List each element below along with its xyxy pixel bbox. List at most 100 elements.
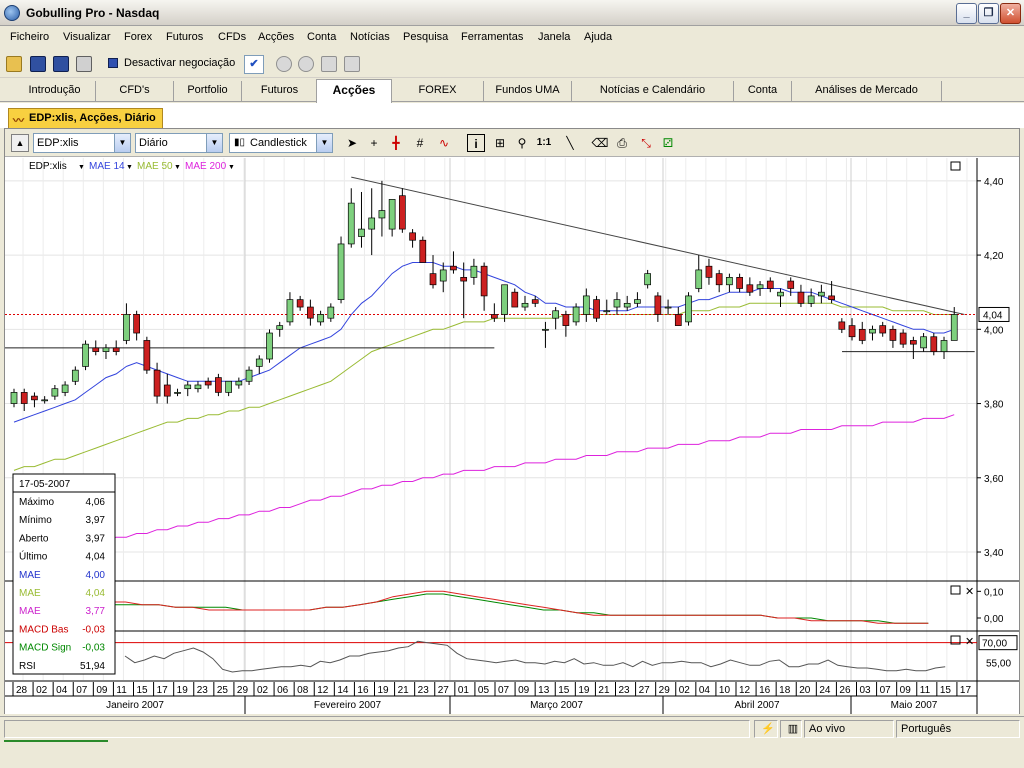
- document-tabs: 〰 EDP:xlis, Acções, Diário: [0, 103, 1024, 128]
- menu-pesquisa[interactable]: Pesquisa: [403, 31, 448, 43]
- back-icon[interactable]: [276, 56, 292, 72]
- open-folder-icon[interactable]: [6, 56, 22, 72]
- print-chart-icon[interactable]: ⎙: [613, 134, 631, 152]
- month-label: Fevereiro 2007: [314, 700, 382, 711]
- save-all-icon[interactable]: [53, 56, 69, 72]
- deactivate-trading-label[interactable]: Desactivar negociação: [124, 57, 235, 69]
- menu-accoes[interactable]: Acções: [258, 31, 294, 43]
- forward-icon[interactable]: [298, 56, 314, 72]
- collapse-up-icon[interactable]: ▲: [11, 134, 29, 152]
- candle-down: [20, 392, 28, 404]
- date-label: 09: [900, 685, 912, 696]
- language-status[interactable]: Português: [896, 720, 1020, 738]
- minimize-button[interactable]: _: [956, 3, 977, 24]
- candle-down: [848, 325, 856, 338]
- candle-down: [879, 325, 887, 334]
- fit-icon[interactable]: ⤡: [637, 134, 655, 152]
- period-select[interactable]: Diário ▼: [135, 133, 223, 153]
- price-axis-label: 3,40: [984, 548, 1004, 559]
- date-label: 11: [116, 685, 127, 696]
- tab-futuros[interactable]: Futuros: [242, 81, 318, 102]
- date-label: 06: [277, 685, 289, 696]
- month-label: Maio 2007: [891, 700, 938, 711]
- candle-up: [869, 328, 876, 334]
- menu-visualizar[interactable]: Visualizar: [63, 31, 111, 43]
- crosshair-price-icon[interactable]: ╋: [387, 134, 405, 152]
- style-select[interactable]: ▮▯ Candlestick ▼: [229, 133, 333, 153]
- zoom-icon[interactable]: ⚲: [513, 134, 531, 152]
- candle-up: [756, 284, 764, 289]
- info-box-value: 3,77: [86, 606, 106, 617]
- candle-up: [51, 388, 59, 397]
- candle-down: [654, 295, 662, 315]
- candle-down: [787, 280, 795, 289]
- date-label: 26: [839, 685, 851, 696]
- menu-futuros[interactable]: Futuros: [166, 31, 203, 43]
- rsi-axis-label: 55,00: [986, 659, 1011, 670]
- tab-conta[interactable]: Conta: [734, 81, 792, 102]
- close-button[interactable]: ✕: [1000, 3, 1021, 24]
- refresh-icon[interactable]: [344, 56, 360, 72]
- candle-down: [204, 380, 212, 386]
- pointer-icon[interactable]: ➤: [343, 134, 361, 152]
- candle-down: [460, 277, 468, 282]
- candle-down: [715, 273, 723, 286]
- save-icon[interactable]: [30, 56, 46, 72]
- check-icon[interactable]: ✔: [244, 55, 264, 74]
- date-label: 17: [960, 685, 972, 696]
- tab-introducao[interactable]: Introdução: [14, 81, 96, 102]
- date-label: 08: [297, 685, 309, 696]
- menu-ajuda[interactable]: Ajuda: [584, 31, 612, 43]
- draw-line-icon[interactable]: ╲: [561, 134, 579, 152]
- connection-icon: ⚡: [754, 720, 778, 738]
- date-label: 01: [458, 685, 470, 696]
- print-icon[interactable]: [76, 56, 92, 72]
- info-box-value: 3,97: [86, 533, 106, 544]
- candle-down: [490, 314, 498, 319]
- candle-up: [542, 328, 549, 331]
- candlestick-icon: ▮▯: [234, 137, 246, 148]
- candle-down: [409, 232, 416, 241]
- info-box-value: -0,03: [82, 643, 105, 654]
- candle-up: [950, 314, 958, 341]
- candle-up: [368, 217, 376, 230]
- crosshair-icon[interactable]: +: [365, 134, 383, 152]
- tab-accoes[interactable]: Acções: [316, 79, 392, 103]
- menu-cfds[interactable]: CFDs: [218, 31, 246, 43]
- tab-analises-mercado[interactable]: Análises de Mercado: [792, 81, 942, 102]
- price-axis-label: 4,00: [984, 325, 1004, 336]
- candle-down: [858, 328, 866, 341]
- menu-forex[interactable]: Forex: [124, 31, 152, 43]
- candle-down: [143, 340, 151, 371]
- tab-fundos-uma[interactable]: Fundos UMA: [484, 81, 572, 102]
- stop-icon[interactable]: [321, 56, 337, 72]
- chevron-down-icon: ▼: [228, 164, 235, 171]
- price-chart[interactable]: 4,404,204,003,803,603,404,04EDP:xlis ▼ MAE…: [5, 158, 1019, 714]
- symbol-select[interactable]: EDP:xlis ▼: [33, 133, 131, 153]
- menu-noticias[interactable]: Notícias: [350, 31, 390, 43]
- add-line-icon[interactable]: ⊞: [491, 134, 509, 152]
- tab-noticias-calendario[interactable]: Notícias e Calendário: [572, 81, 734, 102]
- candle-up: [123, 314, 130, 341]
- date-label: 17: [157, 685, 169, 696]
- document-tab-edp[interactable]: 〰 EDP:xlis, Acções, Diário: [8, 108, 163, 128]
- info-box-value: -0,03: [82, 624, 105, 635]
- menu-ficheiro[interactable]: Ficheiro: [10, 31, 49, 43]
- menu-conta[interactable]: Conta: [307, 31, 336, 43]
- menu-ferramentas[interactable]: Ferramentas: [461, 31, 523, 43]
- indicator-icon[interactable]: ∿: [435, 134, 453, 152]
- candle-up: [174, 392, 181, 394]
- zoom-one-to-one-icon[interactable]: 1:1: [535, 134, 553, 152]
- trade-icon[interactable]: ⚂: [659, 134, 677, 152]
- info-icon[interactable]: i: [467, 134, 485, 152]
- bottom-strip: [0, 740, 1024, 768]
- tab-cfds[interactable]: CFD's: [96, 81, 174, 102]
- macd-axis-label: 0,10: [984, 587, 1004, 598]
- tab-portfolio[interactable]: Portfolio: [174, 81, 242, 102]
- maximize-button[interactable]: ❐: [978, 3, 999, 24]
- eraser-icon[interactable]: ⌫: [591, 134, 609, 152]
- menu-janela[interactable]: Janela: [538, 31, 570, 43]
- tab-forex[interactable]: FOREX: [392, 81, 484, 102]
- date-label: 24: [819, 685, 831, 696]
- grid-icon[interactable]: #: [411, 134, 429, 152]
